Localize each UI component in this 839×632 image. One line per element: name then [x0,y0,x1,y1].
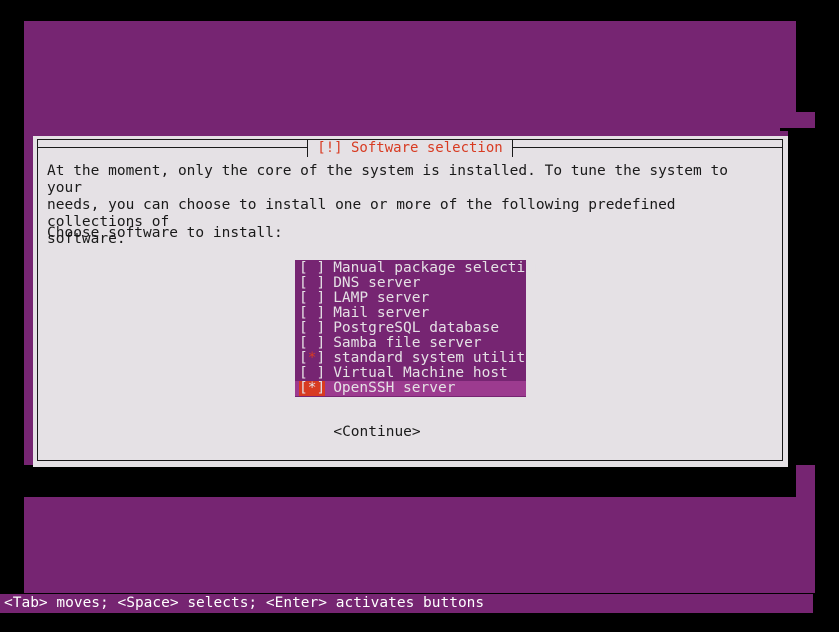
checkbox-unchecked-icon[interactable]: [ ] [299,276,325,291]
checkbox-unchecked-icon[interactable]: [ ] [299,336,325,351]
list-item[interactable]: [ ] Virtual Machine host [295,366,526,381]
checkbox-unchecked-icon[interactable]: [ ] [299,261,325,276]
list-item[interactable]: [*] standard system utilities [295,351,551,366]
list-item[interactable]: [ ] LAMP server [295,291,526,306]
checkbox-checked-icon[interactable]: [*] [299,381,326,396]
checkbox-unchecked-icon[interactable]: [ ] [299,291,325,306]
list-item[interactable]: [ ] DNS server [295,276,526,291]
list-item[interactable]: [ ] Samba file server [295,336,526,351]
continue-button[interactable]: <Continue> [333,423,420,441]
dialog-prompt-text: Choose software to install: [47,225,283,241]
list-item-label: PostgreSQL database [333,320,500,336]
list-item[interactable]: [ ] PostgreSQL database [295,321,526,336]
checkbox-unchecked-icon[interactable]: [ ] [299,366,325,381]
list-item-label: Mail server [333,305,430,321]
backdrop-notch [796,21,815,112]
list-item-label: Samba file server [333,335,482,351]
checkbox-unchecked-icon[interactable]: [ ] [299,321,325,336]
list-item-label: standard system utilities [333,350,552,366]
dialog-top-strip [33,131,788,136]
list-item-label: LAMP server [333,290,430,306]
titlebar-rule-left [37,146,308,148]
software-selection-list[interactable]: [ ] Manual package selection [ ] DNS server… [295,260,551,397]
list-item[interactable]: [*] OpenSSH server [295,381,526,396]
list-item-label: OpenSSH server [333,380,456,396]
dialog-titlebar: [!] Software selection [37,139,783,157]
list-item-label: Manual package selection [333,260,543,276]
list-item-label: DNS server [333,275,421,291]
list-item[interactable]: [ ] Manual package selection [295,261,543,276]
titlebar-rule-right [512,146,783,148]
button-row: <Continue> [4,421,750,441]
dialog-shadow-bottom [24,465,796,497]
checkbox-checked-icon[interactable]: [*] [299,351,325,366]
installer-screen: [!] Software selection At the moment, on… [0,0,839,632]
dialog-title: [!] Software selection [317,140,503,156]
list-item[interactable]: [ ] Mail server [295,306,526,321]
keyboard-hint-statusbar: <Tab> moves; <Space> selects; <Enter> ac… [0,594,813,613]
titlebar-tick-right [511,139,513,157]
list-item-label: Virtual Machine host [333,365,508,381]
checkbox-unchecked-icon[interactable]: [ ] [299,306,325,321]
